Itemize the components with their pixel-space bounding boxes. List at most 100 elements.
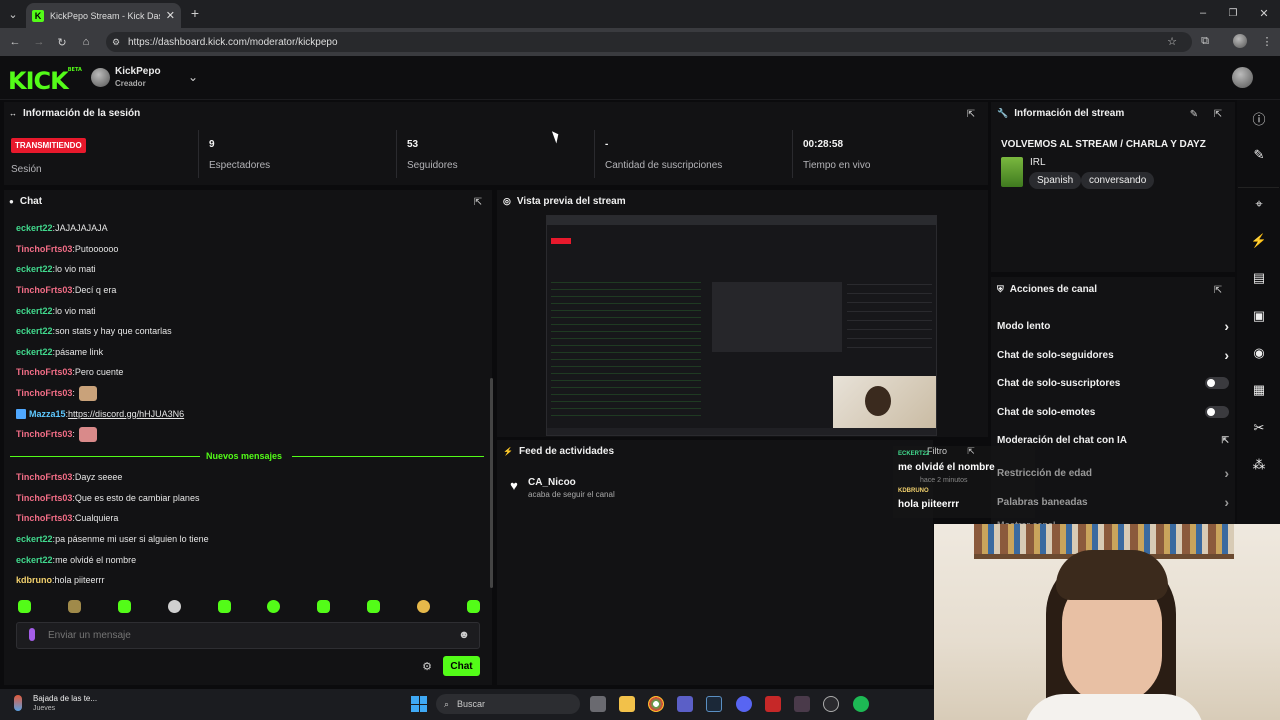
subscribers-only-toggle[interactable] <box>1205 377 1229 389</box>
chat-bubble-icon[interactable]: ▣ <box>1237 298 1280 334</box>
emote-icon[interactable] <box>267 600 281 613</box>
site-info-icon[interactable]: ⚙ <box>110 35 122 49</box>
chat-username[interactable]: kdbruno <box>16 575 52 585</box>
home-icon[interactable]: ⌂ <box>79 35 93 49</box>
stat-divider <box>594 130 595 178</box>
chat-scrollbar[interactable] <box>490 378 493 588</box>
emote-icon[interactable] <box>417 600 430 613</box>
grid-icon[interactable]: ▦ <box>1237 372 1280 408</box>
spotify-icon[interactable] <box>853 696 869 712</box>
chat-username[interactable]: TinchoFrts03 <box>16 472 72 482</box>
emote-icon[interactable] <box>317 600 331 613</box>
extensions-icon[interactable]: ⧉ <box>1198 34 1212 48</box>
emoji-picker-icon[interactable]: ☻ <box>458 629 470 641</box>
minimize-icon[interactable]: – <box>1196 6 1210 20</box>
popout-channel-actions-icon[interactable]: ⇱ <box>1212 284 1224 296</box>
task-view-icon[interactable] <box>590 696 606 712</box>
emote-icon[interactable] <box>367 600 381 613</box>
url-field[interactable]: https://dashboard.kick.com/moderator/kic… <box>106 32 1192 52</box>
chat-message-input[interactable] <box>48 626 438 644</box>
chat-username[interactable]: TinchoFrts03 <box>16 388 72 398</box>
chat-username[interactable]: TinchoFrts03 <box>16 493 72 503</box>
chat-username[interactable]: TinchoFrts03 <box>16 367 72 377</box>
action-followers-only[interactable]: Chat de solo-seguidores › <box>997 347 1229 363</box>
close-window-icon[interactable]: ✕ <box>1257 6 1271 20</box>
camera-focus-icon[interactable]: ⌖ <box>1237 186 1280 222</box>
browser-tab[interactable]: K KickPepo Stream - Kick Dashb ✕ <box>26 3 181 28</box>
channel-avatar[interactable] <box>91 68 110 87</box>
chrome-icon[interactable] <box>648 696 664 712</box>
weather-title[interactable]: Bajada de las te... <box>33 694 97 703</box>
tool-icon[interactable]: ✂ <box>1237 410 1280 446</box>
emote-icon[interactable] <box>117 600 131 613</box>
chat-username[interactable]: eckert22 <box>16 555 53 565</box>
filter-popout-icon[interactable]: ⇱ <box>966 446 976 456</box>
teams-icon[interactable] <box>677 696 693 712</box>
emotes-only-toggle[interactable] <box>1205 406 1229 418</box>
chat-username[interactable]: TinchoFrts03 <box>16 285 72 295</box>
microphone-icon[interactable] <box>29 628 35 641</box>
reload-icon[interactable]: ↻ <box>55 35 69 49</box>
browser-menu-icon[interactable]: ⋮ <box>1260 34 1274 48</box>
maximize-icon[interactable]: ❐ <box>1226 6 1240 20</box>
action-age-restriction[interactable]: Restricción de edad › <box>997 465 1229 481</box>
close-tab-icon[interactable]: ✕ <box>166 9 175 22</box>
browser-profile-avatar[interactable] <box>1233 34 1247 48</box>
chat-message: eckert22: JAJAJAJAJA <box>16 223 108 234</box>
stat-divider <box>198 130 199 178</box>
bookmark-star-icon[interactable]: ☆ <box>1165 34 1179 48</box>
chat-username[interactable]: eckert22 <box>16 223 53 233</box>
game-app-icon[interactable] <box>794 696 810 712</box>
tab-search-icon[interactable]: ⌄ <box>6 7 20 21</box>
stream-tag[interactable]: conversando <box>1081 172 1155 189</box>
popout-session-icon[interactable]: ⇱ <box>965 108 977 120</box>
chat-username[interactable]: eckert22 <box>16 534 53 544</box>
dzl-app-icon[interactable] <box>765 696 781 712</box>
info-icon[interactable]: ⓘ <box>1237 100 1280 136</box>
chat-username[interactable]: eckert22 <box>16 306 53 316</box>
file-explorer-icon[interactable] <box>619 696 635 712</box>
send-chat-button[interactable]: Chat <box>443 656 480 676</box>
chat-username[interactable]: eckert22 <box>16 347 53 357</box>
new-tab-icon[interactable]: + <box>188 5 202 21</box>
forward-icon[interactable]: → <box>32 35 46 49</box>
stream-preview-video[interactable] <box>546 215 937 436</box>
emote-icon[interactable] <box>18 600 31 613</box>
kick-logo[interactable]: KICKBETA <box>8 67 82 95</box>
settings-dots-icon[interactable]: ⁘ <box>1252 459 1266 473</box>
action-ai-moderation[interactable]: Moderación del chat con IA ⇱ <box>997 435 1229 446</box>
obs-icon[interactable] <box>823 696 839 712</box>
chat-username[interactable]: TinchoFrts03 <box>16 513 72 523</box>
user-avatar[interactable] <box>1232 67 1253 88</box>
channel-dropdown-chevron-icon[interactable]: ⌄ <box>186 70 200 84</box>
chat-username[interactable]: eckert22 <box>16 326 53 336</box>
chat-username[interactable]: TinchoFrts03 <box>16 429 72 439</box>
new-messages-line <box>292 456 484 457</box>
back-icon[interactable]: ← <box>8 35 22 49</box>
windows-start-icon[interactable] <box>411 696 427 712</box>
popout-stream-info-icon[interactable]: ⇱ <box>1212 108 1224 120</box>
edit-stream-icon[interactable]: ✎ <box>1188 108 1200 120</box>
emote-icon[interactable] <box>167 600 181 613</box>
pencil-icon[interactable]: ✎ <box>1237 137 1280 173</box>
emote-icon[interactable] <box>67 600 81 613</box>
steam-icon[interactable] <box>706 696 722 712</box>
action-banned-words[interactable]: Palabras baneadas › <box>997 494 1229 510</box>
popout-chat-icon[interactable]: ⇱ <box>472 196 484 208</box>
chat-link[interactable]: https://discord.gg/hHJUA3N6 <box>68 409 184 419</box>
action-slow-mode[interactable]: Modo lento › <box>997 318 1229 334</box>
chat-username[interactable]: TinchoFrts03 <box>16 244 72 254</box>
taskbar-search[interactable]: ⌕ Buscar <box>436 694 580 714</box>
document-icon[interactable]: ▤ <box>1237 260 1280 296</box>
activity-username[interactable]: CA_Nicoo <box>528 477 576 488</box>
session-status-label: Sesión <box>11 164 42 175</box>
discord-icon[interactable] <box>736 696 752 712</box>
chat-settings-gear-icon[interactable]: ⚙ <box>421 660 433 673</box>
chat-username[interactable]: Mazza15 <box>29 409 66 419</box>
emote-icon[interactable] <box>217 600 231 613</box>
broadcast-icon[interactable]: ◉ <box>1237 335 1280 371</box>
stream-tag[interactable]: Spanish <box>1029 172 1082 189</box>
lightning-icon[interactable]: ⚡ <box>1237 223 1280 259</box>
chat-username[interactable]: eckert22 <box>16 264 53 274</box>
emote-icon[interactable] <box>466 600 480 613</box>
